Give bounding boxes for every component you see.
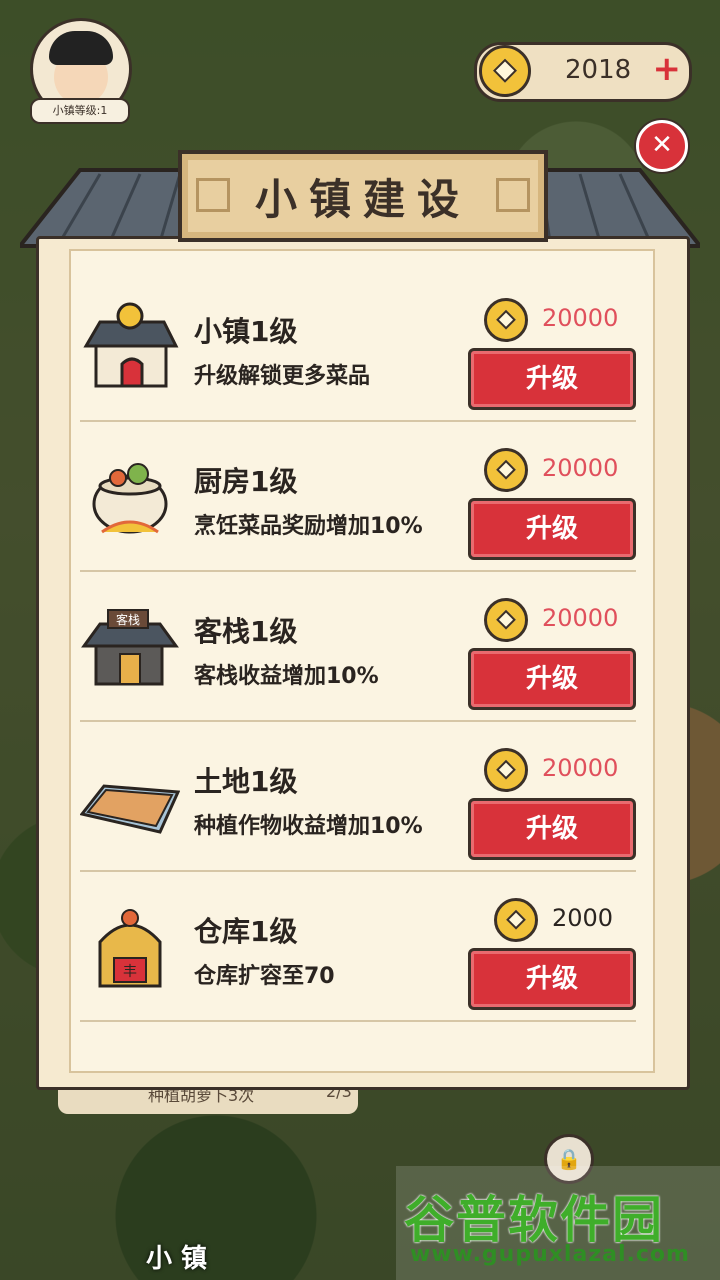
row-description: 仓库扩容至70 bbox=[194, 964, 335, 989]
row-cost: 20000 bbox=[484, 598, 634, 642]
row-description: 客栈收益增加10% bbox=[194, 664, 379, 689]
row-description: 种植作物收益增加10% bbox=[194, 814, 423, 839]
upgrade-button[interactable]: 升级 bbox=[468, 798, 636, 860]
town-level-label: 小镇等级:1 bbox=[30, 98, 130, 124]
cost-value: 20000 bbox=[542, 454, 619, 482]
row-divider bbox=[80, 720, 636, 722]
upgrade-row-kitchen: 厨房1级 烹饪菜品奖励增加10% 20000 升级 bbox=[80, 432, 636, 572]
coin-icon bbox=[484, 748, 528, 792]
town-house-icon bbox=[83, 302, 179, 388]
cost-value: 20000 bbox=[542, 604, 619, 632]
coin-icon bbox=[479, 45, 531, 97]
title-ornament-right bbox=[496, 178, 530, 212]
row-divider bbox=[80, 570, 636, 572]
inn-icon: 客栈 bbox=[81, 609, 179, 686]
coin-icon bbox=[484, 298, 528, 342]
town-tab-label[interactable]: 小 镇 bbox=[146, 1238, 207, 1275]
coin-icon bbox=[484, 448, 528, 492]
watermark-url: www.gupuxlazal.com bbox=[410, 1242, 690, 1267]
title-ornament-left bbox=[196, 178, 230, 212]
warehouse-sign: 丰 bbox=[123, 964, 137, 980]
avatar-hair bbox=[49, 31, 113, 65]
upgrade-row-farmland: 土地1级 种植作物收益增加10% 20000 升级 bbox=[80, 732, 636, 872]
upgrade-button[interactable]: 升级 bbox=[468, 498, 636, 560]
cost-value: 20000 bbox=[542, 754, 619, 782]
row-cost: 20000 bbox=[484, 298, 634, 342]
upgrade-button[interactable]: 升级 bbox=[468, 348, 636, 410]
watermark: 谷普软件园 www.gupuxlazal.com bbox=[396, 1166, 720, 1280]
cost-value: 2000 bbox=[552, 904, 614, 932]
farmland-icon bbox=[80, 784, 180, 834]
coin-icon bbox=[484, 598, 528, 642]
row-name: 仓库1级 bbox=[194, 915, 298, 948]
coin-amount: 2018 bbox=[565, 55, 632, 85]
dialog-title: 小镇建设 bbox=[254, 174, 471, 224]
cooking-pot-icon bbox=[92, 463, 168, 534]
warehouse-icon: 丰 bbox=[98, 909, 162, 988]
coin-icon bbox=[494, 898, 538, 942]
row-cost: 2000 bbox=[494, 898, 644, 942]
row-cost: 20000 bbox=[484, 748, 634, 792]
row-description: 烹饪菜品奖励增加10% bbox=[194, 514, 423, 539]
upgrade-row-inn: 客栈 客栈1级 客栈收益增加10% 20000 升级 bbox=[80, 582, 636, 722]
row-divider bbox=[80, 420, 636, 422]
row-name: 客栈1级 bbox=[194, 615, 298, 648]
close-button[interactable]: ✕ bbox=[636, 120, 688, 172]
upgrade-button[interactable]: 升级 bbox=[468, 948, 636, 1010]
row-divider bbox=[80, 1020, 636, 1022]
row-name: 厨房1级 bbox=[194, 465, 298, 498]
upgrade-row-town: 小镇1级 升级解锁更多菜品 20000 升级 bbox=[80, 282, 636, 422]
inn-sign: 客栈 bbox=[116, 612, 140, 627]
coin-balance-bar: 2018 + bbox=[474, 42, 692, 102]
row-description: 升级解锁更多菜品 bbox=[194, 364, 371, 389]
dialog-title-plate: 小镇建设 bbox=[178, 150, 548, 242]
upgrade-row-warehouse: 丰 仓库1级 仓库扩容至70 2000 升级 bbox=[80, 882, 636, 1022]
row-cost: 20000 bbox=[484, 448, 634, 492]
row-divider bbox=[80, 870, 636, 872]
row-name: 小镇1级 bbox=[194, 315, 298, 348]
cost-value: 20000 bbox=[542, 304, 619, 332]
upgrade-button[interactable]: 升级 bbox=[468, 648, 636, 710]
add-coins-button[interactable]: + bbox=[653, 49, 682, 89]
row-name: 土地1级 bbox=[194, 765, 298, 798]
